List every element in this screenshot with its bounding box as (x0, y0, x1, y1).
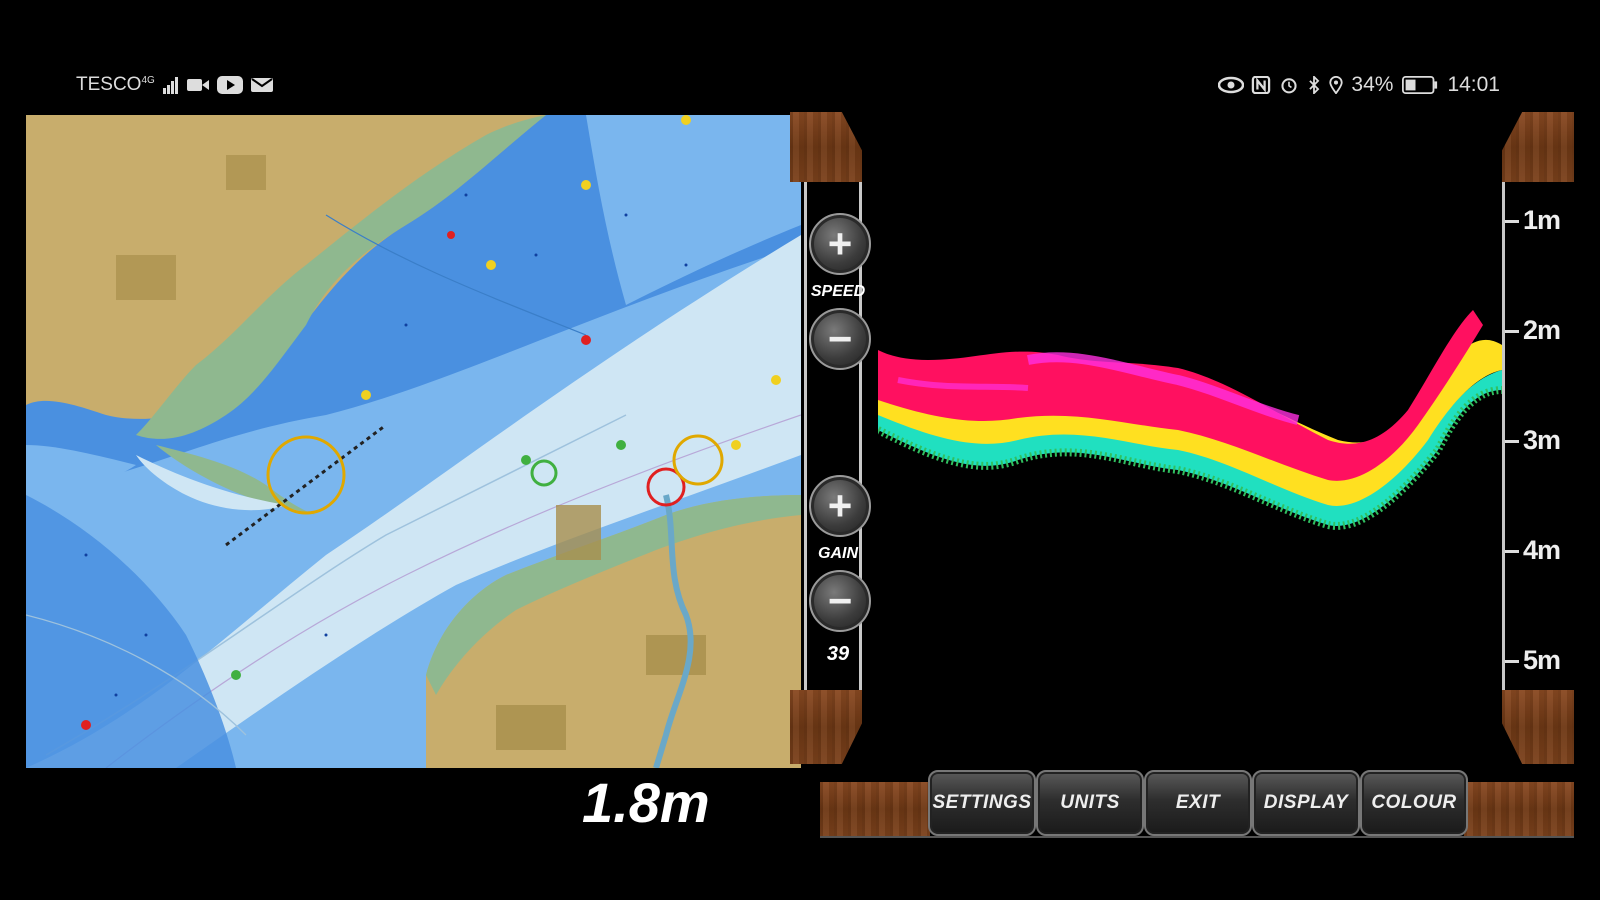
wood-cap-top-center (790, 112, 862, 182)
depth-tick-5 (1505, 660, 1519, 663)
signal-icon (162, 77, 178, 94)
wood-cap-top-right (1502, 112, 1574, 182)
wood-cap-bottom-center (790, 690, 862, 764)
status-bar-right: 34% 14:01 (1218, 72, 1500, 98)
depth-label-1m: 1m (1523, 205, 1561, 235)
clock-time: 14:01 (1447, 73, 1500, 96)
youtube-icon (216, 76, 243, 94)
battery-icon (1402, 76, 1438, 94)
nautical-chart-map[interactable] (26, 115, 801, 768)
depth-label-4m: 4m (1523, 535, 1561, 565)
menu-bar-base-line (820, 836, 1574, 838)
depth-label-2m: 2m (1523, 315, 1561, 345)
nfc-icon (1252, 76, 1271, 94)
depth-label-3m: 3m (1523, 425, 1561, 455)
gain-label: GAIN (818, 545, 858, 562)
wood-bar-left (820, 782, 930, 836)
mail-icon (250, 78, 273, 92)
current-depth-readout: 1.8m (582, 771, 710, 834)
carrier-name: TESCO (76, 74, 142, 95)
alarm-icon (1281, 78, 1297, 94)
units-button[interactable]: UNITS (1036, 770, 1144, 836)
battery-percent: 34% (1351, 73, 1394, 96)
display-button[interactable]: DISPLAY (1252, 770, 1360, 836)
gain-value: 39 (826, 643, 850, 665)
exit-button[interactable]: EXIT (1144, 770, 1252, 836)
depth-tick-1 (1505, 220, 1519, 223)
colour-button[interactable]: COLOUR (1360, 770, 1468, 836)
eye-icon (1218, 76, 1245, 94)
wood-cap-bottom-right (1502, 690, 1574, 764)
sonar-echo-display (876, 300, 1503, 540)
gain-decrease-button[interactable]: − (809, 570, 871, 632)
speed-decrease-button[interactable]: − (809, 308, 871, 370)
gain-increase-button[interactable]: + (809, 475, 871, 537)
speed-label: SPEED (810, 283, 866, 300)
video-camera-icon (186, 79, 209, 91)
settings-button[interactable]: SETTINGS (928, 770, 1036, 836)
status-bar-left: TESCO 4G (76, 72, 273, 98)
depth-tick-3 (1505, 440, 1519, 443)
speed-increase-button[interactable]: + (809, 213, 871, 275)
depth-tick-2 (1505, 330, 1519, 333)
location-icon (1329, 76, 1344, 94)
depth-tick-4 (1505, 550, 1519, 553)
network-type: 4G (141, 74, 155, 86)
wood-bar-right (1464, 782, 1574, 836)
bluetooth-icon (1309, 76, 1320, 94)
depth-label-5m: 5m (1523, 645, 1561, 675)
